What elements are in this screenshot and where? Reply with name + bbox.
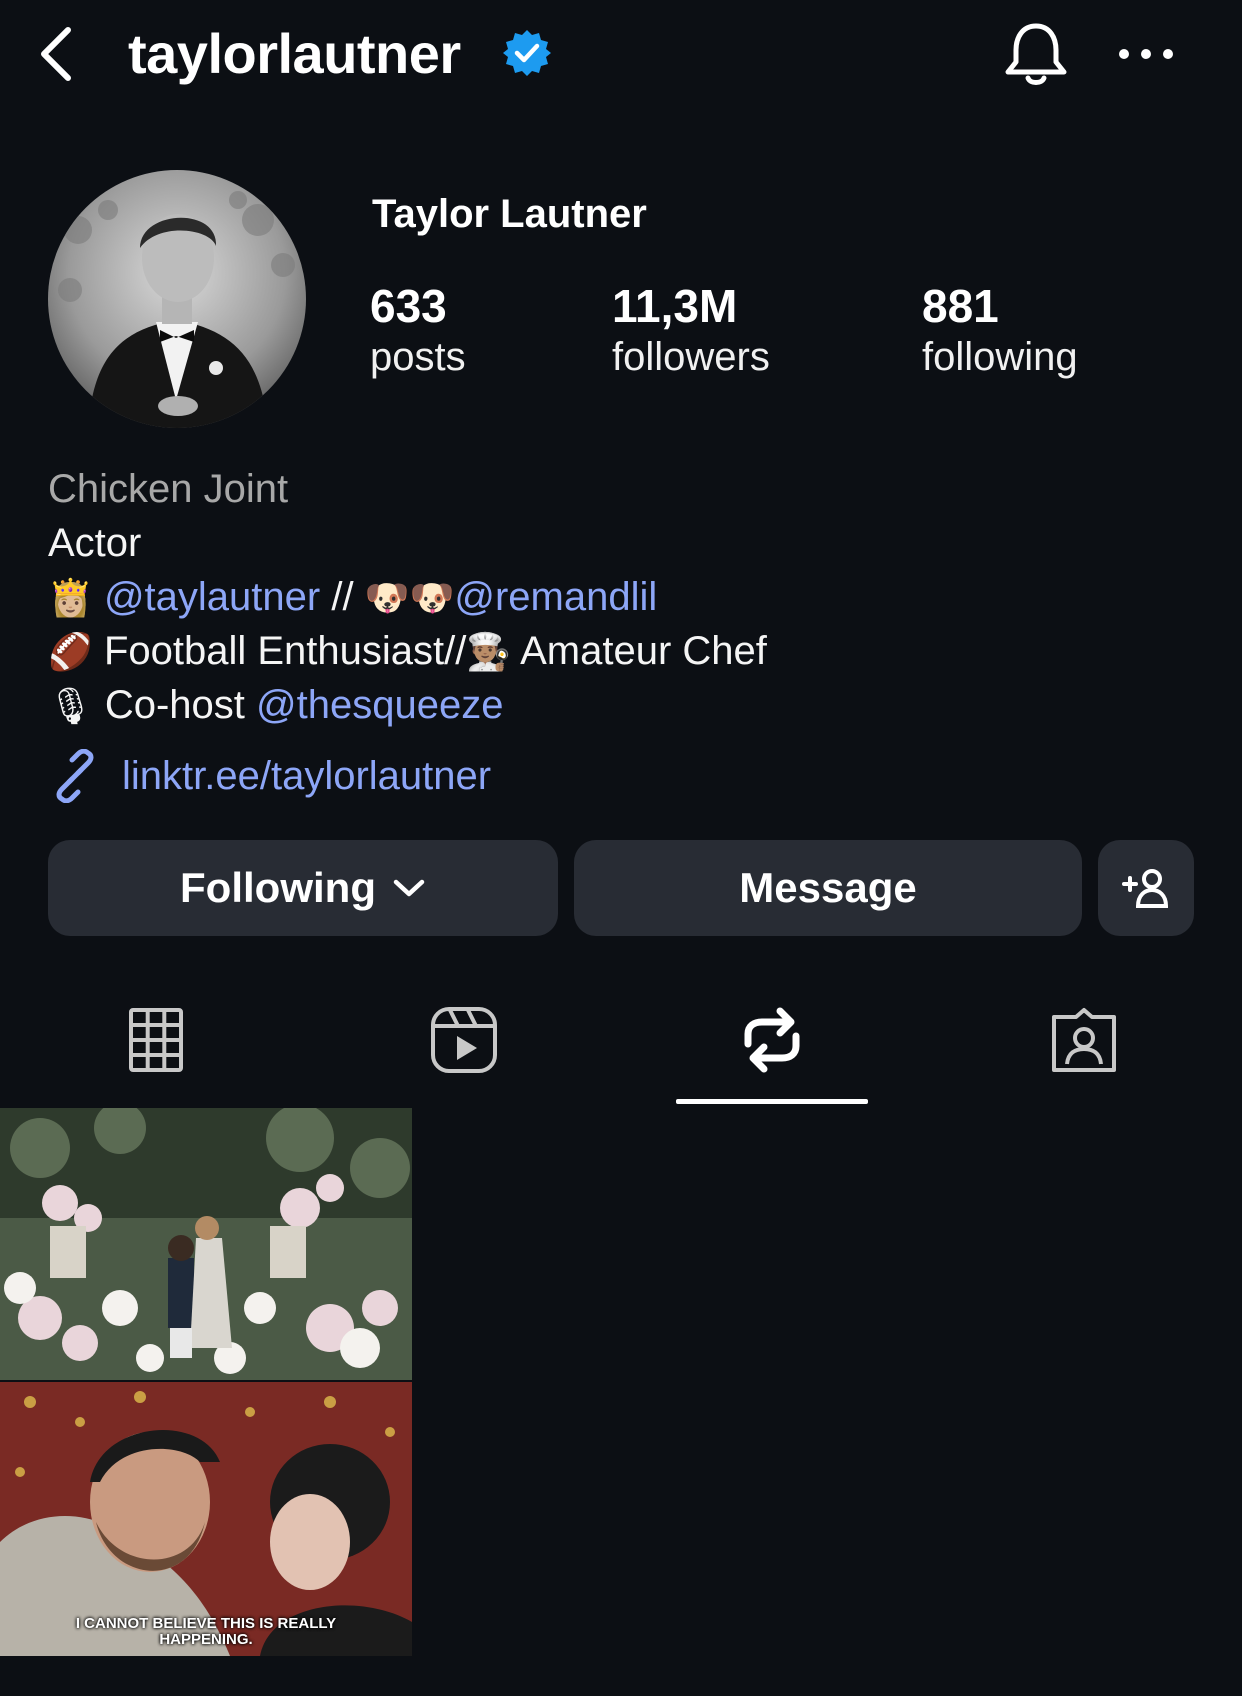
posts-count-label: posts bbox=[370, 335, 466, 379]
more-options-button[interactable] bbox=[1112, 36, 1180, 72]
bio-line-4: 🎙 Co-host @thesqueeze bbox=[48, 678, 503, 734]
chevron-left-icon bbox=[41, 27, 71, 81]
post-caption-line-2: HAPPENING. bbox=[159, 1631, 253, 1648]
following-count-value: 881 bbox=[922, 280, 999, 332]
message-button-label: Message bbox=[739, 864, 917, 911]
mention-taylautner[interactable]: @taylautner bbox=[104, 575, 320, 619]
suggested-users-button[interactable] bbox=[1098, 840, 1194, 936]
message-button[interactable]: Message bbox=[574, 840, 1082, 936]
add-user-icon bbox=[1122, 869, 1169, 908]
princess-emoji: 👸🏼 bbox=[48, 578, 93, 619]
tab-posts-grid[interactable] bbox=[56, 990, 256, 1090]
bio-text-cohost: Co-host bbox=[93, 683, 256, 727]
posts-count[interactable]: 633 posts bbox=[370, 280, 466, 382]
profile-display-name: Taylor Lautner bbox=[372, 192, 647, 236]
tab-reels[interactable] bbox=[364, 990, 564, 1090]
repost-thumbnail[interactable]: I CANNOT BELIEVE THIS IS REALLY HAPPENIN… bbox=[0, 1108, 412, 1656]
following-count[interactable]: 881 following bbox=[922, 280, 1078, 382]
mention-remandlil[interactable]: @remandlil bbox=[454, 575, 657, 619]
mention-thesqueeze[interactable]: @thesqueeze bbox=[256, 683, 503, 727]
profile-link-text: linktr.ee/taylorlautner bbox=[122, 753, 492, 798]
post-image-top bbox=[0, 1108, 412, 1380]
following-count-label: following bbox=[922, 335, 1078, 379]
bio-line-3: 🏈 Football Enthusiast//👨🏽‍🍳 Amateur Chef bbox=[48, 624, 767, 680]
dog-emoji: 🐶🐶 bbox=[364, 578, 455, 619]
bio-line-2: 👸🏼 @taylautner // 🐶🐶@remandlil bbox=[48, 570, 657, 626]
notifications-button[interactable] bbox=[1000, 20, 1072, 90]
tagged-icon bbox=[1052, 1008, 1116, 1072]
verified-badge-icon bbox=[502, 28, 552, 78]
chef-emoji: 👨🏽‍🍳 bbox=[466, 632, 512, 673]
grid-icon bbox=[129, 1008, 183, 1072]
post-caption: I CANNOT BELIEVE THIS IS REALLY HAPPENIN… bbox=[0, 1616, 412, 1648]
back-button[interactable] bbox=[34, 22, 82, 86]
followers-count-value: 11,3M bbox=[612, 280, 738, 332]
profile-link[interactable]: linktr.ee/taylorlautner bbox=[48, 748, 491, 804]
reels-icon bbox=[431, 1007, 497, 1073]
chevron-down-icon bbox=[393, 879, 425, 897]
tab-reposts[interactable] bbox=[672, 990, 872, 1090]
microphone-emoji: 🎙 bbox=[48, 686, 94, 727]
posts-count-value: 633 bbox=[370, 280, 447, 332]
profile-username: taylorlautner bbox=[128, 22, 461, 85]
more-horizontal-icon bbox=[1119, 49, 1173, 59]
followers-count-label: followers bbox=[612, 335, 770, 379]
bio-line-1: Actor bbox=[48, 521, 142, 565]
bell-icon bbox=[1005, 23, 1067, 85]
followers-count[interactable]: 11,3M followers bbox=[612, 280, 770, 382]
bio-category: Chicken Joint bbox=[48, 467, 289, 511]
football-emoji: 🏈 bbox=[48, 632, 93, 673]
link-icon bbox=[56, 749, 94, 803]
profile-avatar[interactable] bbox=[48, 170, 306, 428]
tab-tagged[interactable] bbox=[984, 990, 1184, 1090]
post-caption-line-1: I CANNOT BELIEVE THIS IS REALLY bbox=[75, 1615, 337, 1632]
following-button-label: Following bbox=[180, 864, 376, 911]
bio-text-football: Football Enthusiast// bbox=[92, 629, 467, 673]
bio-text-chef: Amateur Chef bbox=[511, 629, 767, 673]
bio-separator: // bbox=[320, 575, 365, 619]
active-tab-indicator bbox=[676, 1099, 868, 1104]
repost-icon bbox=[744, 1007, 800, 1073]
following-button[interactable]: Following bbox=[48, 840, 558, 936]
